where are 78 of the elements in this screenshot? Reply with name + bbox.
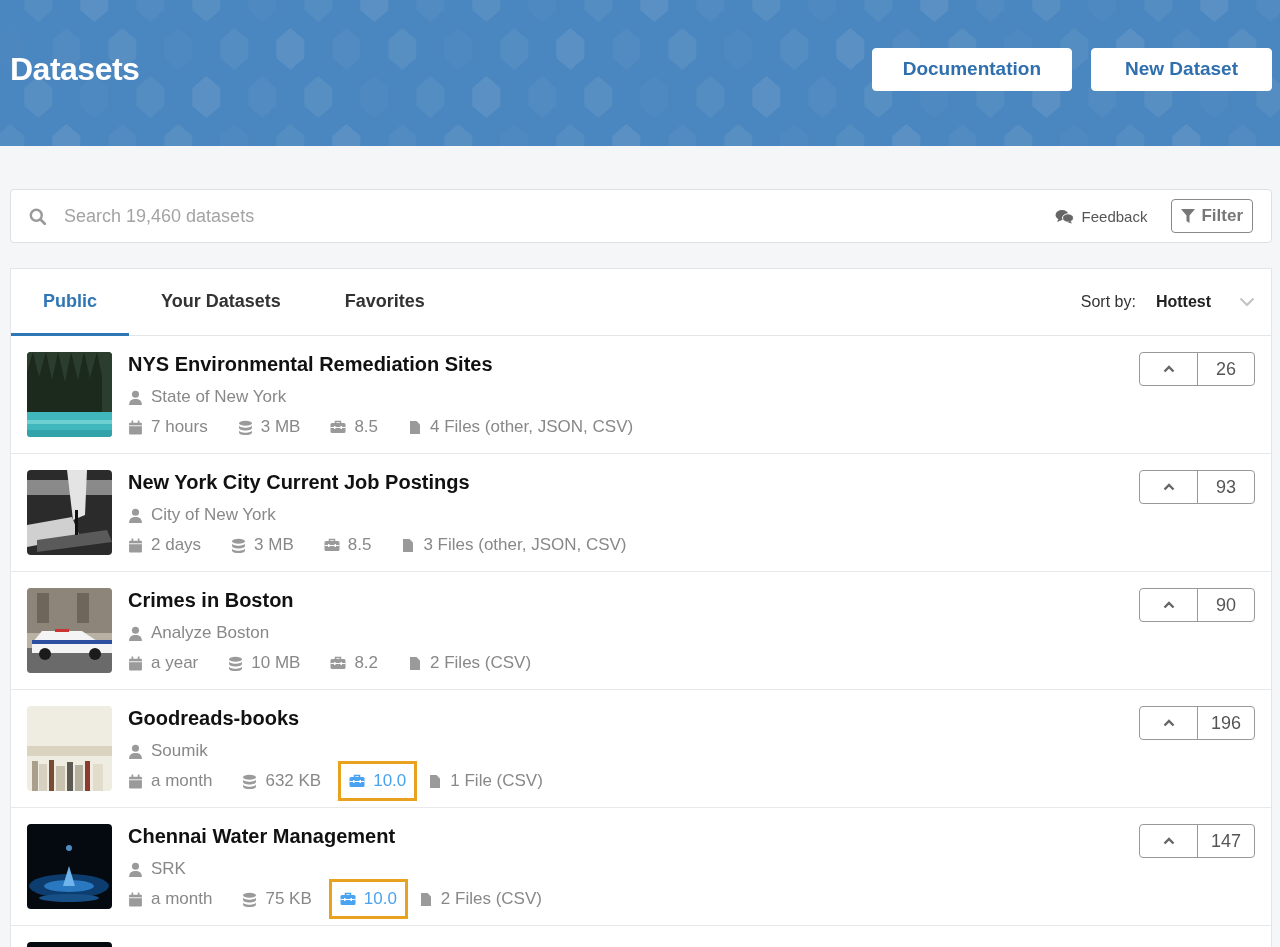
user-icon: [128, 507, 143, 523]
chat-bubbles-icon: [1054, 208, 1074, 224]
vote-count: 90: [1215, 593, 1237, 617]
user-icon: [128, 743, 143, 759]
dataset-size: 632 KB: [265, 771, 322, 791]
vote-count: 196: [1209, 711, 1242, 735]
file-summary: 1 File (CSV): [450, 771, 543, 791]
updated-time: 7 hours: [151, 417, 208, 437]
dataset-title[interactable]: New York City Current Job Postings: [128, 470, 1123, 494]
file-icon: [408, 419, 423, 435]
dataset-title[interactable]: Crimes in Boston: [128, 588, 1123, 612]
chevron-down-icon: [1239, 297, 1255, 307]
sort-label: Sort by:: [1080, 293, 1136, 311]
toolbox-icon: [330, 420, 347, 434]
updated-time: a year: [151, 653, 199, 673]
usability-score: 8.2: [330, 653, 379, 673]
file-icon: [401, 537, 416, 553]
chevron-up-icon: [1162, 837, 1175, 845]
chevron-up-icon: [1162, 365, 1175, 373]
owner-name: Soumik: [151, 741, 208, 761]
file-summary: 3 Files (other, JSON, CSV): [423, 535, 627, 555]
database-icon: [237, 419, 253, 435]
usability-score: 8.5: [323, 535, 372, 555]
search-icon: [29, 207, 46, 225]
owner-name: State of New York: [151, 387, 287, 407]
database-icon: [231, 537, 247, 553]
file-summary: 2 Files (CSV): [430, 653, 532, 673]
usability-score: 10.0: [331, 882, 405, 916]
vote-count: 26: [1215, 357, 1237, 381]
user-icon: [128, 389, 143, 405]
file-summary: 2 Files (CSV): [440, 889, 542, 909]
search-field[interactable]: Search 19,460 datasets Feedback Filter: [10, 189, 1272, 243]
chevron-up-icon: [1162, 719, 1175, 727]
updated-time: 2 days: [151, 535, 202, 555]
dataset-title[interactable]: Chennai Water Management: [128, 824, 1123, 848]
chevron-up-icon: [1162, 601, 1175, 609]
file-summary: 4 Files (other, JSON, CSV): [430, 417, 634, 437]
user-icon: [128, 861, 143, 877]
funnel-icon: [1181, 209, 1196, 223]
dataset-size: 75 KB: [265, 889, 312, 909]
database-icon: [242, 773, 258, 789]
dataset-size: 3 MB: [260, 417, 301, 437]
sort-dropdown[interactable]: Hottest: [1155, 293, 1255, 311]
tab[interactable]: Your Datasets: [129, 269, 313, 336]
dataset-size: 10 MB: [251, 653, 301, 673]
user-icon: [128, 625, 143, 641]
updated-time: a month: [151, 771, 213, 791]
chevron-up-icon: [1162, 483, 1175, 491]
vote-count: 93: [1215, 475, 1237, 499]
toolbox-icon: [330, 656, 347, 670]
toolbox-icon: [323, 538, 340, 552]
filter-button[interactable]: Filter: [1171, 199, 1253, 233]
page-title: Datasets: [10, 50, 140, 88]
dataset-size: 3 MB: [254, 535, 294, 555]
updated-time: a month: [151, 889, 213, 909]
owner-name: SRK: [151, 859, 186, 879]
usability-score: 10.0: [341, 764, 415, 798]
calendar-icon: [128, 419, 143, 435]
toolbox-icon: [339, 892, 356, 906]
usability-score: 8.5: [330, 417, 379, 437]
database-icon: [242, 891, 258, 907]
owner-name: City of New York: [151, 505, 276, 525]
calendar-icon: [128, 655, 143, 671]
calendar-icon: [128, 537, 143, 553]
calendar-icon: [128, 891, 143, 907]
calendar-icon: [128, 773, 143, 789]
file-icon: [408, 655, 423, 671]
dataset-title[interactable]: NYS Environmental Remediation Sites: [128, 352, 1123, 376]
tab[interactable]: Favorites: [312, 269, 457, 336]
database-icon: [228, 655, 244, 671]
file-icon: [428, 773, 443, 789]
feedback-link[interactable]: Feedback: [1054, 207, 1148, 225]
dataset-title[interactable]: Goodreads-books: [128, 706, 1123, 730]
tab[interactable]: Public: [11, 269, 129, 336]
file-icon: [418, 891, 433, 907]
owner-name: Analyze Boston: [151, 623, 270, 643]
vote-count: 147: [1209, 829, 1242, 853]
toolbox-icon: [349, 774, 366, 788]
